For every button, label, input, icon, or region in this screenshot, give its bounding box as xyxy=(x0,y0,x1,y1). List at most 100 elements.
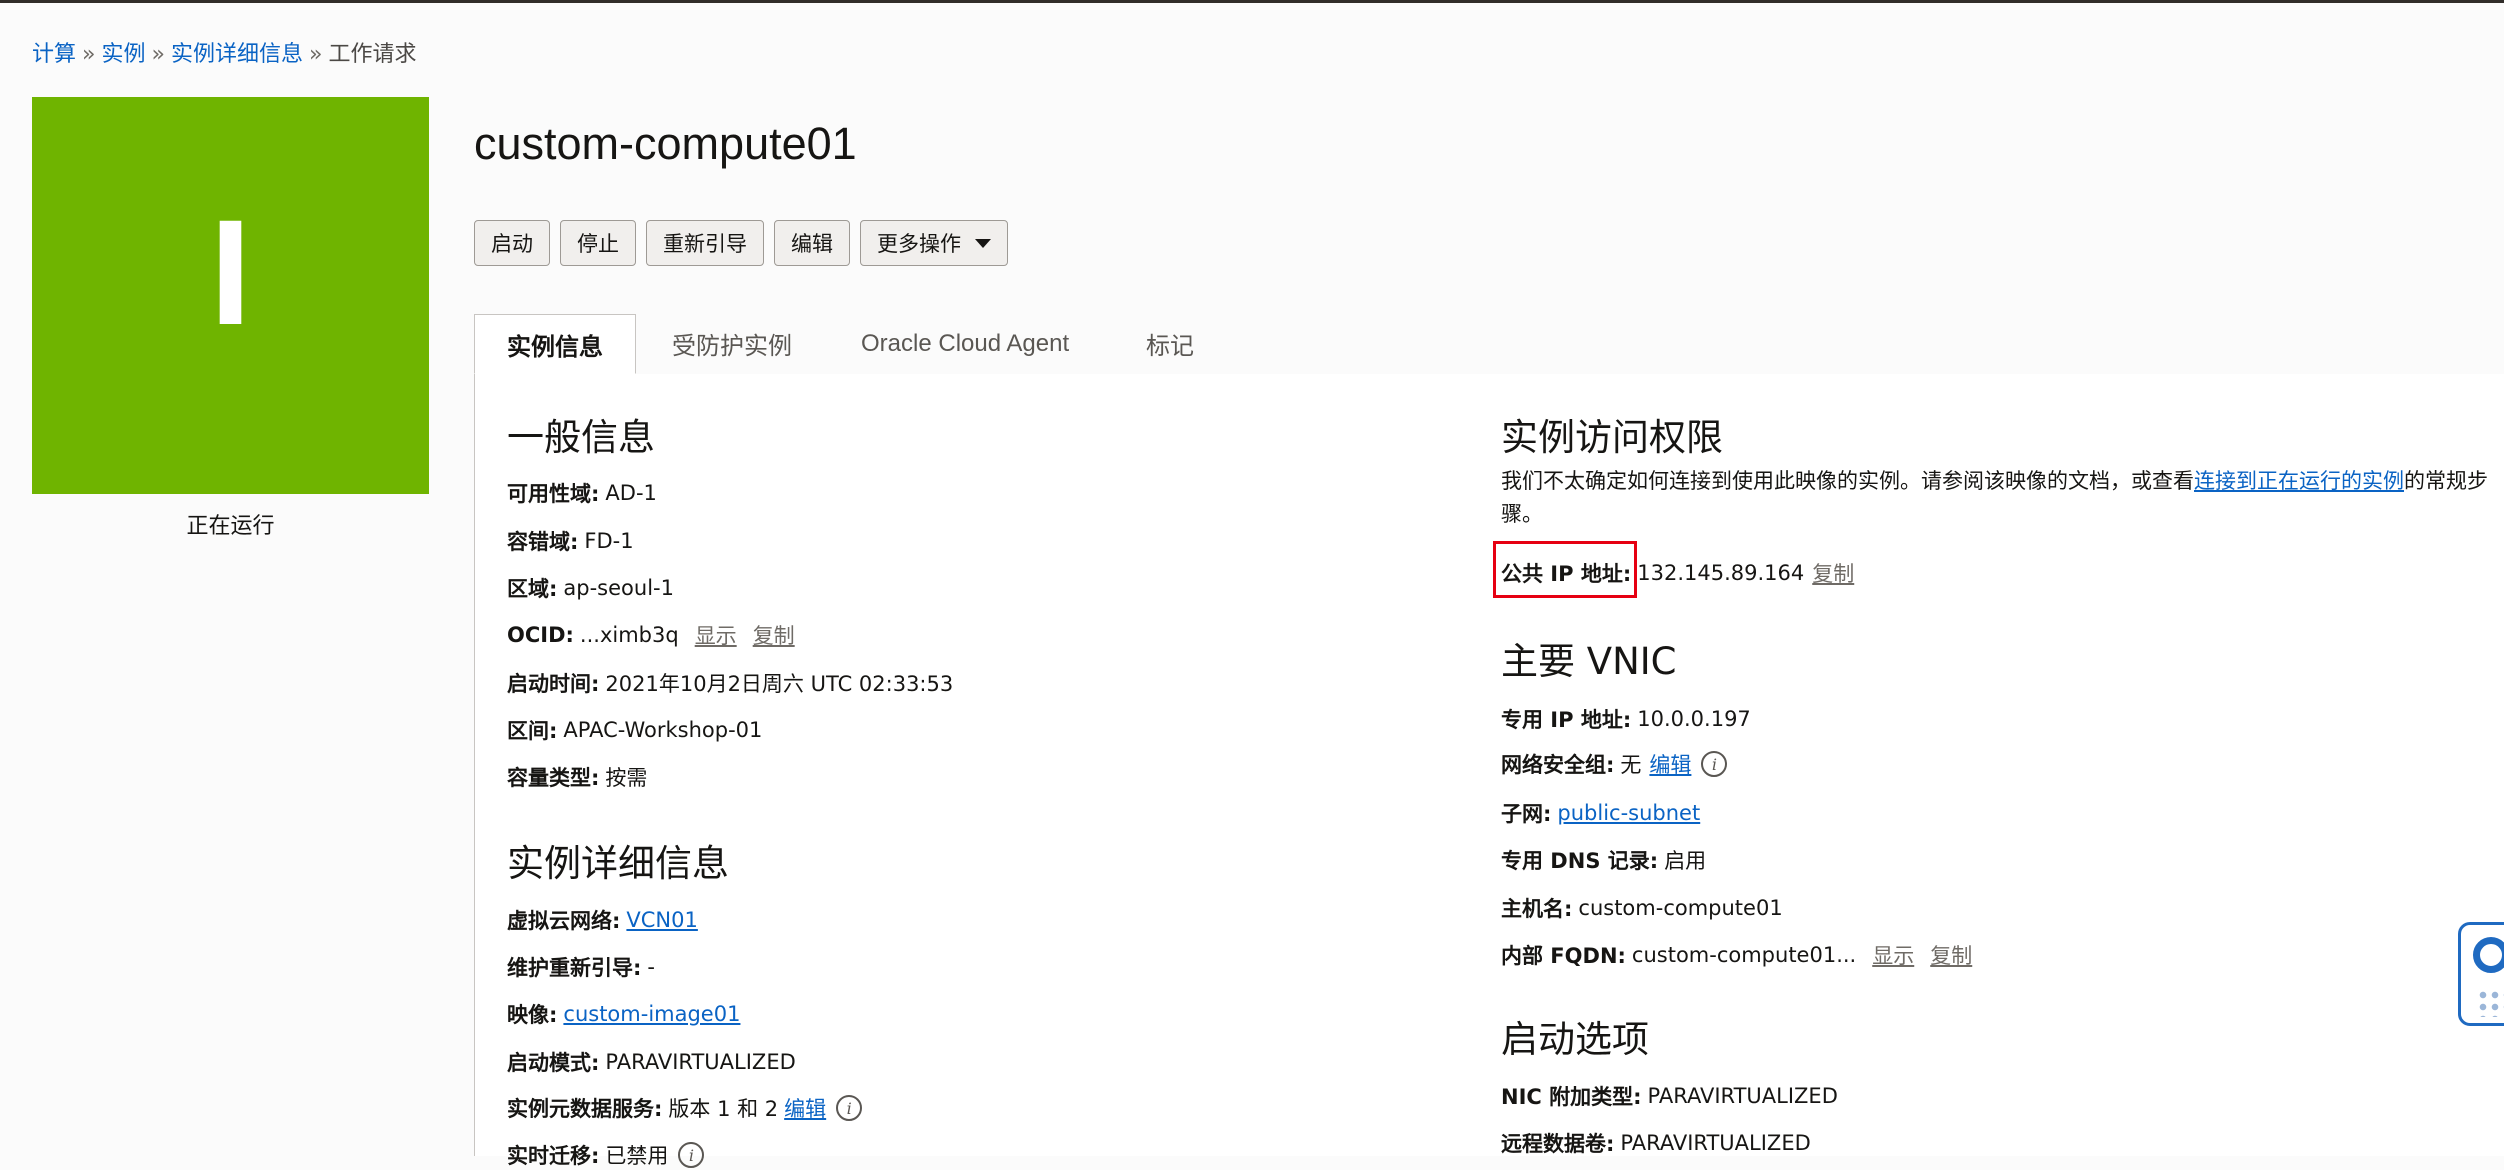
instance-tile-letter: I xyxy=(209,188,252,356)
fault-domain-label: 容错域: xyxy=(507,530,579,554)
image-row: 映像: custom-image01 xyxy=(507,999,740,1029)
action-toolbar: 启动 停止 重新引导 编辑 更多操作 xyxy=(474,220,1008,266)
image-link[interactable]: custom-image01 xyxy=(563,1002,740,1026)
live-migration-value: 已禁用 xyxy=(605,1144,669,1168)
capacity-type-value: 按需 xyxy=(605,766,648,790)
dns-record-label: 专用 DNS 记录: xyxy=(1501,849,1659,873)
ocid-row: OCID: ...ximb3q 显示 复制 xyxy=(507,620,795,650)
hostname-value: custom-compute01 xyxy=(1578,896,1783,920)
fault-domain-row: 容错域: FD-1 xyxy=(507,526,634,556)
maintenance-reboot-label: 维护重新引导: xyxy=(507,956,642,980)
vcn-label: 虚拟云网络: xyxy=(507,909,621,933)
info-icon[interactable]: i xyxy=(836,1095,863,1121)
nic-type-value: PARAVIRTUALIZED xyxy=(1647,1084,1838,1108)
private-ip-label: 专用 IP 地址: xyxy=(1501,708,1632,732)
availability-domain-label: 可用性域: xyxy=(507,482,600,506)
public-ip-copy-link[interactable]: 复制 xyxy=(1812,558,1854,588)
remote-volume-row: 远程数据卷: PARAVIRTUALIZED xyxy=(1501,1128,1811,1158)
metadata-service-label: 实例元数据服务: xyxy=(507,1097,663,1121)
ocid-show-link[interactable]: 显示 xyxy=(695,620,737,650)
fqdn-show-link[interactable]: 显示 xyxy=(1872,940,1914,970)
capacity-type-row: 容量类型: 按需 xyxy=(507,762,647,792)
lifebuoy-icon xyxy=(2473,937,2504,973)
tab-tags[interactable]: 标记 xyxy=(1146,314,1194,373)
private-ip-row: 专用 IP 地址: 10.0.0.197 xyxy=(1501,704,1751,734)
launch-mode-value: PARAVIRTUALIZED xyxy=(605,1050,796,1074)
region-row: 区域: ap-seoul-1 xyxy=(507,573,674,603)
breadcrumb-instances[interactable]: 实例 xyxy=(101,42,145,67)
stop-button[interactable]: 停止 xyxy=(560,220,636,266)
compartment-row: 区间: APAC-Workshop-01 xyxy=(507,715,762,745)
subnet-link[interactable]: public-subnet xyxy=(1557,801,1700,825)
fault-domain-value: FD-1 xyxy=(584,529,634,553)
vcn-link[interactable]: VCN01 xyxy=(626,908,697,932)
public-ip-value: 132.145.89.164 xyxy=(1637,561,1805,585)
breadcrumb: 计算» 实例» 实例详细信息» 工作请求 xyxy=(32,36,416,68)
tab-shielded-instance[interactable]: 受防护实例 xyxy=(672,314,792,373)
tab-oracle-cloud-agent[interactable]: Oracle Cloud Agent xyxy=(861,314,1069,373)
launch-mode-row: 启动模式: PARAVIRTUALIZED xyxy=(507,1047,796,1077)
dns-record-value: 启用 xyxy=(1664,849,1707,873)
instance-access-heading: 实例访问权限 xyxy=(1501,416,1723,459)
info-icon[interactable]: i xyxy=(1701,751,1728,777)
breadcrumb-compute[interactable]: 计算 xyxy=(32,42,76,67)
instance-state-label: 正在运行 xyxy=(186,514,275,539)
remote-volume-label: 远程数据卷: xyxy=(1501,1132,1615,1156)
ocid-copy-link[interactable]: 复制 xyxy=(753,620,795,650)
nsg-edit-link[interactable]: 编辑 xyxy=(1649,749,1691,779)
connect-running-instance-link[interactable]: 连接到正在运行的实例 xyxy=(2194,469,2404,493)
launched-row: 启动时间: 2021年10月2日周六 UTC 02:33:53 xyxy=(507,668,953,698)
fqdn-value: custom-compute01... xyxy=(1631,943,1857,967)
launch-mode-label: 启动模式: xyxy=(507,1051,600,1075)
help-widget-button[interactable] xyxy=(2458,922,2504,1026)
nsg-value: 无 xyxy=(1620,753,1642,777)
nsg-row: 网络安全组: 无 编辑 i xyxy=(1501,749,1728,779)
capacity-type-label: 容量类型: xyxy=(507,766,600,790)
nic-type-label: NIC 附加类型: xyxy=(1501,1085,1642,1109)
launched-label: 启动时间: xyxy=(507,672,600,696)
general-info-heading: 一般信息 xyxy=(507,416,655,459)
hostname-label: 主机名: xyxy=(1501,897,1573,921)
metadata-service-value: 版本 1 和 2 xyxy=(668,1097,779,1121)
maintenance-reboot-row: 维护重新引导: - xyxy=(507,952,655,982)
launched-value: 2021年10月2日周六 UTC 02:33:53 xyxy=(605,672,954,696)
image-label: 映像: xyxy=(507,1003,558,1027)
tab-bar: 实例信息 受防护实例 Oracle Cloud Agent 标记 xyxy=(474,314,2504,375)
info-icon[interactable]: i xyxy=(678,1142,705,1168)
tab-instance-info[interactable]: 实例信息 xyxy=(474,314,636,374)
region-label: 区域: xyxy=(507,577,558,601)
access-text-before: 我们不太确定如何连接到使用此映像的实例。请参阅该映像的文档，或查看 xyxy=(1501,469,2194,493)
nsg-label: 网络安全组: xyxy=(1501,753,1615,777)
grid-dots-icon xyxy=(2477,989,2504,1017)
private-ip-value: 10.0.0.197 xyxy=(1637,707,1751,731)
start-button[interactable]: 启动 xyxy=(474,220,550,266)
breadcrumb-separator: » xyxy=(308,42,323,67)
hostname-row: 主机名: custom-compute01 xyxy=(1501,893,1783,923)
metadata-service-edit-link[interactable]: 编辑 xyxy=(784,1093,826,1123)
dns-record-row: 专用 DNS 记录: 启用 xyxy=(1501,845,1706,875)
vcn-row: 虚拟云网络: VCN01 xyxy=(507,905,698,935)
instance-status-tile: I xyxy=(32,97,429,494)
ocid-value: ...ximb3q xyxy=(579,623,679,647)
breadcrumb-current: 工作请求 xyxy=(328,42,417,67)
edit-button[interactable]: 编辑 xyxy=(774,220,850,266)
more-actions-button[interactable]: 更多操作 xyxy=(860,220,1008,266)
nic-type-row: NIC 附加类型: PARAVIRTUALIZED xyxy=(1501,1081,1838,1111)
instance-details-heading: 实例详细信息 xyxy=(507,842,729,885)
compartment-label: 区间: xyxy=(507,719,558,743)
more-actions-label: 更多操作 xyxy=(877,232,961,256)
launch-options-heading: 启动选项 xyxy=(1501,1018,1649,1061)
breadcrumb-separator: » xyxy=(82,42,96,67)
breadcrumb-instance-details[interactable]: 实例详细信息 xyxy=(171,42,303,67)
maintenance-reboot-value: - xyxy=(647,955,655,979)
availability-domain-row: 可用性域: AD-1 xyxy=(507,478,657,508)
reboot-button[interactable]: 重新引导 xyxy=(646,220,764,266)
compartment-value: APAC-Workshop-01 xyxy=(563,718,763,742)
live-migration-label: 实时迁移: xyxy=(507,1144,600,1168)
remote-volume-value: PARAVIRTUALIZED xyxy=(1620,1131,1811,1155)
fqdn-copy-link[interactable]: 复制 xyxy=(1930,940,1972,970)
region-value: ap-seoul-1 xyxy=(563,576,674,600)
ocid-label: OCID: xyxy=(507,623,574,647)
top-border xyxy=(0,0,2504,3)
public-ip-highlight-box xyxy=(1493,541,1637,598)
